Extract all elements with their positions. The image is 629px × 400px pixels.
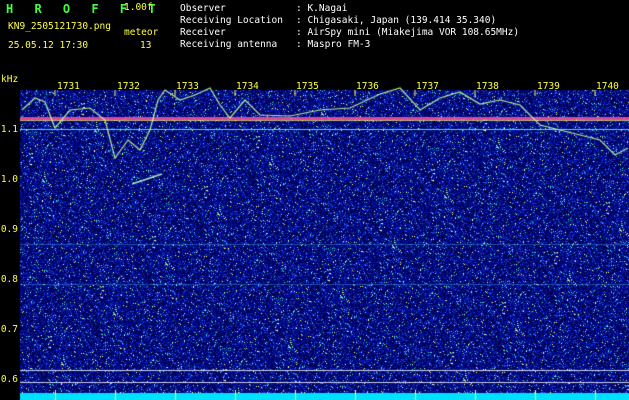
receiver-value: : AirSpy mini (Miakejima VOR 108.65MHz) bbox=[296, 27, 520, 38]
time-tick-label: 1732 bbox=[117, 81, 140, 92]
location-value: : Chigasaki, Japan (139.414 35.340) bbox=[296, 15, 497, 26]
filename-label: KN9_2505121730.png bbox=[8, 21, 111, 32]
mode-label: meteor bbox=[124, 27, 159, 38]
spectrogram-canvas bbox=[0, 80, 629, 400]
y-tick-label: 1.0 bbox=[0, 174, 18, 185]
time-tick-label: 1740 bbox=[596, 81, 619, 92]
antenna-label: Receiving antenna bbox=[180, 39, 278, 50]
datetime-label: 25.05.12 17:30 bbox=[8, 40, 89, 51]
version-label: 1.00f bbox=[124, 2, 153, 13]
time-tick-label: 1733 bbox=[176, 81, 199, 92]
y-tick-label: 0.8 bbox=[0, 274, 18, 285]
y-axis-unit-label: kHz bbox=[1, 74, 19, 85]
time-tick-label: 1735 bbox=[296, 81, 319, 92]
observer-label: Observer bbox=[180, 3, 226, 14]
time-tick-label: 1734 bbox=[236, 81, 259, 92]
observer-value: : K.Nagai bbox=[296, 3, 348, 14]
hrofft-window: H R O F F T 1.00f KN9_2505121730.png met… bbox=[0, 0, 629, 400]
time-tick-label: 1738 bbox=[476, 81, 499, 92]
y-tick-label: 0.7 bbox=[0, 324, 18, 335]
count-label: 13 bbox=[140, 40, 152, 51]
time-tick-label: 1731 bbox=[57, 81, 80, 92]
antenna-value: : Maspro FM-3 bbox=[296, 39, 371, 50]
receiver-label: Receiver bbox=[180, 27, 226, 38]
time-tick-label: 1736 bbox=[356, 81, 379, 92]
time-tick-label: 1737 bbox=[416, 81, 439, 92]
location-label: Receiving Location bbox=[180, 15, 283, 26]
y-tick-label: 0.9 bbox=[0, 224, 18, 235]
y-tick-label: 0.6 bbox=[0, 374, 18, 385]
time-tick-label: 1739 bbox=[537, 81, 560, 92]
y-tick-label: 1.1 bbox=[0, 124, 18, 135]
